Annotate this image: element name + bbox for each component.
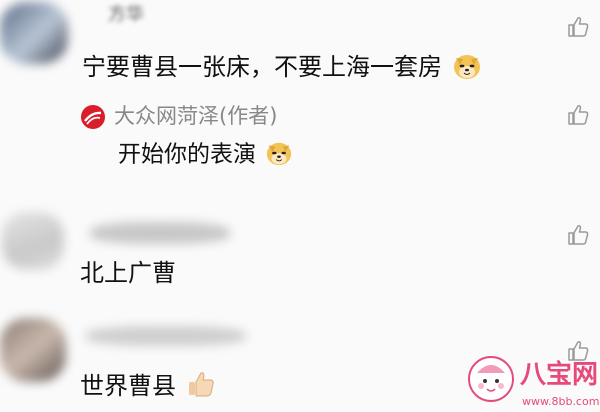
watermark-url: www.8bb.com: [522, 395, 600, 408]
username[interactable]: [86, 326, 246, 346]
baby-face-logo-icon: [468, 356, 514, 402]
thumbs-up-icon[interactable]: [566, 103, 590, 127]
username[interactable]: 方华: [108, 6, 144, 24]
comment-text: 北上广曹: [80, 259, 176, 287]
comment-text: 世界曹县: [80, 372, 216, 399]
thumbs-up-icon[interactable]: [566, 15, 590, 39]
avatar[interactable]: [2, 212, 64, 270]
reply-text: 开始你的表演: [118, 142, 293, 167]
avatar[interactable]: [0, 2, 68, 64]
doge-face-icon: [267, 142, 292, 166]
comment-text: 宁要曹县一张床，不要上海一套房: [82, 55, 482, 81]
doge-face-icon: [453, 55, 480, 79]
watermark-brand: 八宝网: [520, 360, 599, 390]
thumbs-up-icon[interactable]: [566, 223, 590, 247]
username[interactable]: [90, 222, 230, 244]
reply-author[interactable]: 大众网菏泽(作者): [114, 106, 277, 127]
avatar[interactable]: [0, 318, 66, 382]
dazhongwang-logo-icon[interactable]: [80, 104, 106, 130]
thumbs-up-emoji-icon: [188, 372, 214, 397]
